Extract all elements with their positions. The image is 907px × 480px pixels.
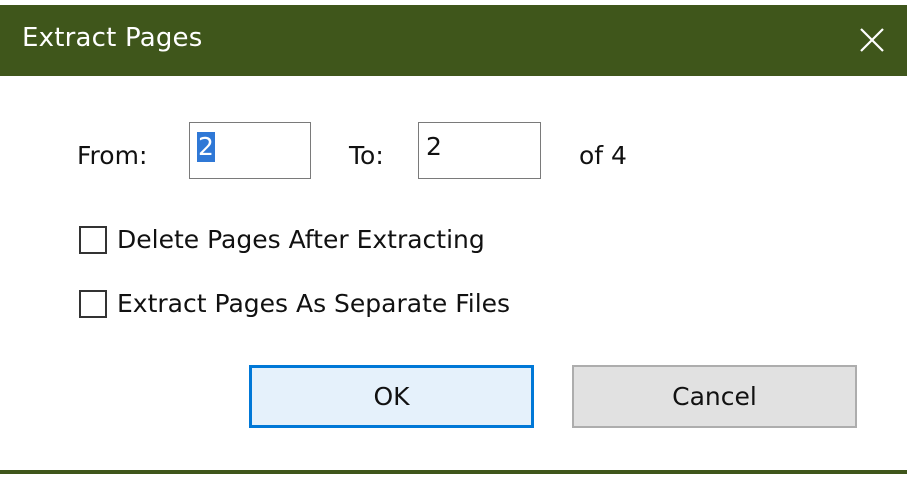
- ok-button[interactable]: OK: [249, 365, 534, 428]
- separate-files-label[interactable]: Extract Pages As Separate Files: [117, 289, 510, 318]
- cancel-button[interactable]: Cancel: [572, 365, 857, 428]
- extract-pages-dialog: Extract Pages From: 2 To: 2 of 4 Delete …: [0, 0, 907, 480]
- from-label: From:: [77, 141, 148, 170]
- window-title: Extract Pages: [22, 23, 203, 53]
- separate-files-option[interactable]: Extract Pages As Separate Files: [79, 289, 510, 318]
- title-bar[interactable]: Extract Pages: [0, 5, 907, 76]
- to-page-input[interactable]: 2: [418, 122, 541, 179]
- page-count-text: of 4: [579, 141, 627, 170]
- delete-pages-checkbox[interactable]: [79, 225, 107, 254]
- from-page-input[interactable]: 2: [189, 122, 311, 179]
- close-icon: [860, 28, 884, 52]
- delete-pages-option[interactable]: Delete Pages After Extracting: [79, 225, 485, 254]
- separate-files-checkbox[interactable]: [79, 289, 107, 318]
- close-button[interactable]: [837, 5, 907, 76]
- to-label: To:: [349, 141, 384, 170]
- from-page-value: 2: [197, 132, 215, 162]
- delete-pages-label[interactable]: Delete Pages After Extracting: [117, 225, 485, 254]
- window-bottom-edge: [0, 474, 907, 480]
- to-page-value: 2: [426, 132, 442, 161]
